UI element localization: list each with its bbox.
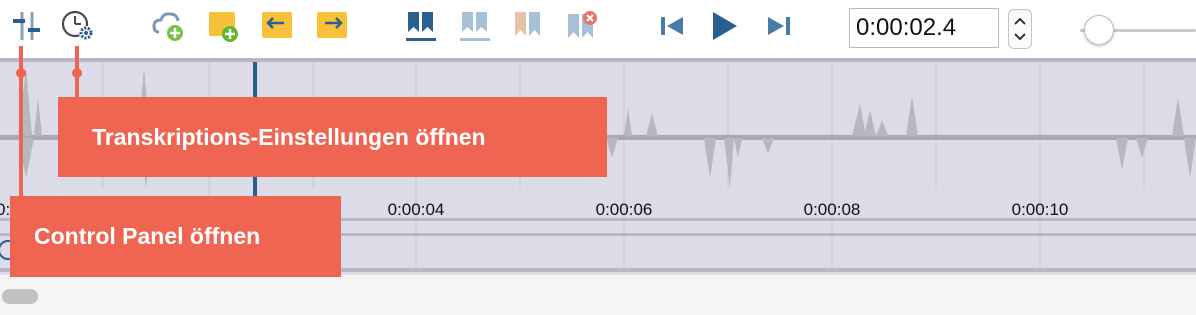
tick-label: 0:00:04 — [387, 200, 445, 219]
play-icon[interactable] — [709, 8, 739, 44]
control-panel-callout-text: Control Panel öffnen — [34, 223, 261, 249]
settings-callout-text: Transkriptions-Einstellungen öffnen — [92, 123, 486, 150]
control-panel-icon[interactable] — [10, 8, 42, 44]
control-panel-callout: Control Panel öffnen — [10, 196, 341, 277]
time-stepper[interactable] — [1008, 9, 1032, 49]
add-media-icon[interactable] — [152, 8, 188, 44]
tick-label: 0:00:10 — [1011, 200, 1069, 219]
set-marker-icon[interactable] — [404, 8, 438, 44]
tick-label: 0:00:06 — [595, 200, 653, 219]
skip-back-icon[interactable] — [657, 8, 687, 44]
delete-marker-icon[interactable] — [564, 8, 598, 44]
tick-label: 0: — [0, 200, 11, 219]
set-marker-disabled-icon[interactable] — [458, 8, 492, 44]
volume-slider-knob[interactable] — [1084, 15, 1115, 45]
time-input[interactable]: 0:00:02.4 — [849, 8, 999, 48]
scrollbar-thumb[interactable] — [2, 289, 38, 304]
settings-callout: Transkriptions-Einstellungen öffnen — [58, 97, 607, 177]
export-icon[interactable] — [315, 8, 351, 44]
transcription-settings-icon[interactable] — [60, 8, 100, 44]
skip-forward-icon[interactable] — [764, 8, 794, 44]
new-document-icon[interactable] — [207, 8, 243, 44]
control-panel-callout-dot — [16, 68, 26, 78]
toolbar: 0:00:02.4 — [0, 0, 1196, 58]
horizontal-scrollbar[interactable] — [0, 274, 1196, 315]
import-icon[interactable] — [260, 8, 296, 44]
chevron-up-down-icon — [1014, 17, 1026, 41]
settings-callout-dot — [72, 68, 82, 78]
marker-range-icon[interactable] — [511, 8, 545, 44]
tick-label: 0:00:08 — [803, 200, 861, 219]
